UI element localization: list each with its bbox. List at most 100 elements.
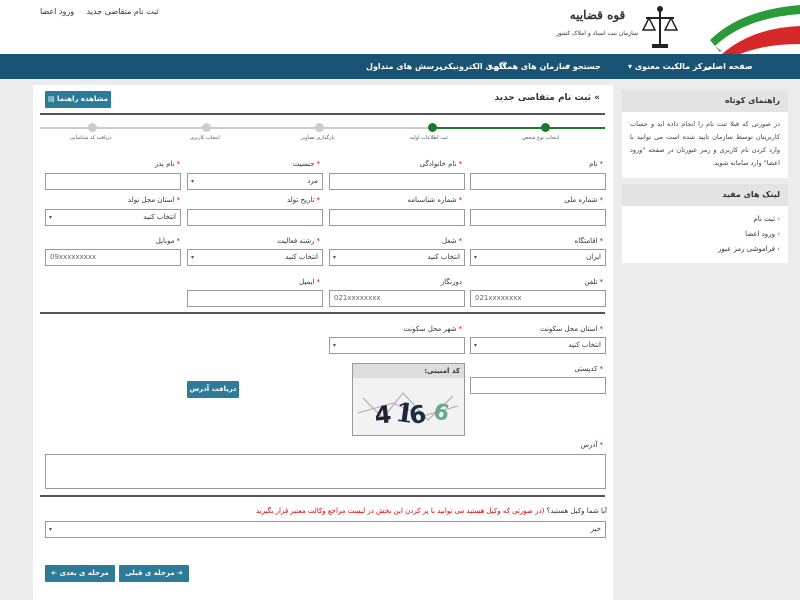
gender-label: *جنسیت bbox=[292, 160, 320, 168]
login-link[interactable]: ورود اعضا bbox=[40, 7, 74, 16]
field-select[interactable]: انتخاب کنید ▾ bbox=[187, 249, 323, 266]
main-nav: صفحه اصلی مرکز مالکیت معنوی ▾ جستجو ▾ سا… bbox=[0, 54, 800, 79]
nav-ip-center[interactable]: مرکز مالکیت معنوی ▾ bbox=[628, 54, 712, 79]
chevron-left-icon: › bbox=[777, 230, 780, 238]
sidebar: راهنمای کوتاه در صورتی که قبلا ثبت نام ر… bbox=[622, 90, 788, 263]
nationality-label: *اقامتگاه bbox=[574, 237, 603, 245]
lawyer-question-text: آیا شما وکیل هستید؟ bbox=[546, 507, 607, 515]
name-input[interactable] bbox=[470, 173, 606, 190]
sidebar-link-login[interactable]: › ورود اعضا bbox=[630, 227, 780, 242]
email-input[interactable] bbox=[187, 290, 323, 307]
section-divider-1 bbox=[40, 312, 605, 314]
lawyer-select[interactable]: خیر ▾ bbox=[45, 521, 606, 538]
nav-faq[interactable]: پرسش های متداول bbox=[366, 54, 442, 79]
birth-province-label: *استان محل تولد bbox=[127, 196, 180, 204]
res-province-select[interactable]: انتخاب کنید ▾ bbox=[470, 337, 606, 354]
sidebar-link-forgot-password[interactable]: › فراموشی رمز عبور bbox=[630, 242, 780, 257]
page-title: » ثبت نام متقاضی جدید bbox=[494, 93, 600, 103]
captcha-box: کد امنیتی: 4 1 6 6 bbox=[352, 363, 465, 436]
name-label: *نام bbox=[589, 160, 603, 168]
captcha-image[interactable]: 4 1 6 6 bbox=[353, 378, 464, 435]
caret-down-icon: ▾ bbox=[474, 254, 478, 261]
res-city-select[interactable]: ▾ bbox=[329, 337, 465, 354]
stepper-progress bbox=[432, 127, 605, 129]
org-title: قوه قضاییه bbox=[569, 8, 626, 22]
birth-province-select[interactable]: انتخاب کنید ▾ bbox=[45, 209, 181, 226]
caret-down-icon: ▾ bbox=[333, 254, 337, 261]
step-dot-1 bbox=[541, 123, 550, 132]
arrow-right-circle-icon: ➔ bbox=[177, 569, 183, 577]
step-dot-3 bbox=[315, 123, 324, 132]
caret-down-icon: ▾ bbox=[474, 342, 478, 349]
family-label: *نام خانوادگی bbox=[419, 160, 462, 168]
phone-input[interactable]: 021xxxxxxxx bbox=[470, 290, 606, 307]
national-id-label: *شماره ملی bbox=[564, 196, 603, 204]
nationality-select[interactable]: ایران ▾ bbox=[470, 249, 606, 266]
guide-title: راهنمای کوتاه bbox=[622, 90, 788, 112]
useful-links-title: لینک های مفید bbox=[622, 184, 788, 206]
caret-down-icon: ▾ bbox=[191, 254, 195, 261]
nav-e-ads[interactable]: آگهی الکترونیکی bbox=[440, 54, 506, 79]
svg-text:4: 4 bbox=[373, 400, 393, 430]
sidebar-link-register[interactable]: › ثبت نام bbox=[630, 212, 780, 227]
section-divider-2 bbox=[40, 495, 605, 497]
birth-date-label: *تاریخ تولد bbox=[286, 196, 320, 204]
step-label-1: انتخاب نوع شخص bbox=[522, 135, 560, 141]
double-chevron-icon: » bbox=[594, 93, 600, 103]
caret-down-icon: ▾ bbox=[49, 214, 53, 221]
caret-down-icon: ▾ bbox=[333, 342, 337, 349]
res-city-label: *شهر محل سکونت bbox=[403, 325, 462, 333]
chevron-left-icon: › bbox=[777, 245, 780, 253]
step-label-2: ثبت اطلاعات اولیه bbox=[410, 135, 449, 141]
title-divider bbox=[40, 113, 605, 115]
father-label: *نام پدر bbox=[154, 160, 180, 168]
scales-emblem-icon bbox=[641, 6, 679, 48]
address-textarea[interactable] bbox=[45, 454, 606, 489]
fax-label: دورنگار bbox=[440, 278, 462, 286]
mobile-input[interactable]: 09xxxxxxxxx bbox=[45, 249, 181, 266]
step-label-5: دریافت کد شناسایی bbox=[70, 135, 112, 141]
book-icon: ▤ bbox=[47, 95, 55, 103]
job-label: *شغل bbox=[441, 237, 462, 245]
step-label-4: انتخاب کاربری bbox=[190, 135, 220, 141]
postal-input[interactable] bbox=[470, 377, 606, 394]
id-number-label: *شماره شناسنامه bbox=[407, 196, 462, 204]
caret-down-icon: ▾ bbox=[49, 526, 53, 533]
gender-select[interactable]: مرد ▾ bbox=[187, 173, 323, 190]
step-label-3: بارگذاری تصاویر bbox=[301, 135, 335, 141]
step-dot-4 bbox=[202, 123, 211, 132]
caret-down-icon: ▾ bbox=[628, 62, 633, 71]
site-header: قوه قضاییه سازمان ثبت اسناد و املاک کشور… bbox=[0, 0, 800, 54]
postal-label: *کدپستی bbox=[574, 365, 603, 373]
register-link[interactable]: ثبت نام متقاضی جدید bbox=[87, 7, 159, 16]
fax-input[interactable]: 021xxxxxxxx bbox=[329, 290, 465, 307]
phone-label: *تلفن bbox=[584, 278, 603, 286]
captcha-title: کد امنیتی: bbox=[353, 364, 464, 378]
mobile-label: *موبایل bbox=[155, 237, 180, 245]
arrow-left-circle-icon: ➔ bbox=[51, 569, 58, 577]
lawyer-note: (در صورتی که وکیل هستید می توانید با پر … bbox=[255, 507, 545, 515]
help-button[interactable]: ▤ مشاهده راهنما bbox=[45, 91, 111, 108]
national-id-input[interactable] bbox=[470, 209, 606, 226]
iran-flag-icon bbox=[710, 5, 800, 54]
org-subtitle: سازمان ثبت اسناد و املاک کشور bbox=[555, 30, 639, 37]
caret-down-icon: ▾ bbox=[191, 178, 195, 185]
res-province-label: *استان محل سکونت bbox=[540, 325, 603, 333]
family-input[interactable] bbox=[329, 173, 465, 190]
nav-search[interactable]: جستجو ▾ bbox=[566, 54, 601, 79]
field-label: *رشته فعالیت bbox=[277, 237, 320, 245]
job-select[interactable]: انتخاب کنید ▾ bbox=[329, 249, 465, 266]
prev-step-button[interactable]: ➔ مرحله ی قبلی bbox=[119, 565, 189, 582]
chevron-left-icon: › bbox=[777, 215, 780, 223]
email-label: *ایمیل bbox=[299, 278, 320, 286]
birth-date-input[interactable] bbox=[187, 209, 323, 226]
address-label: *آدرس bbox=[580, 441, 604, 449]
step-dot-5 bbox=[88, 123, 97, 132]
step-dot-2 bbox=[428, 123, 437, 132]
get-address-button[interactable]: دریافت آدرس bbox=[187, 381, 239, 398]
lawyer-question: آیا شما وکیل هستید؟ (در صورتی که وکیل هس… bbox=[255, 507, 607, 515]
father-input[interactable] bbox=[45, 173, 181, 190]
id-number-input[interactable] bbox=[329, 209, 465, 226]
top-links: ثبت نام متقاضی جدید ورود اعضا bbox=[40, 7, 159, 16]
next-step-button[interactable]: مرحله ی بعدی ➔ bbox=[45, 565, 115, 582]
